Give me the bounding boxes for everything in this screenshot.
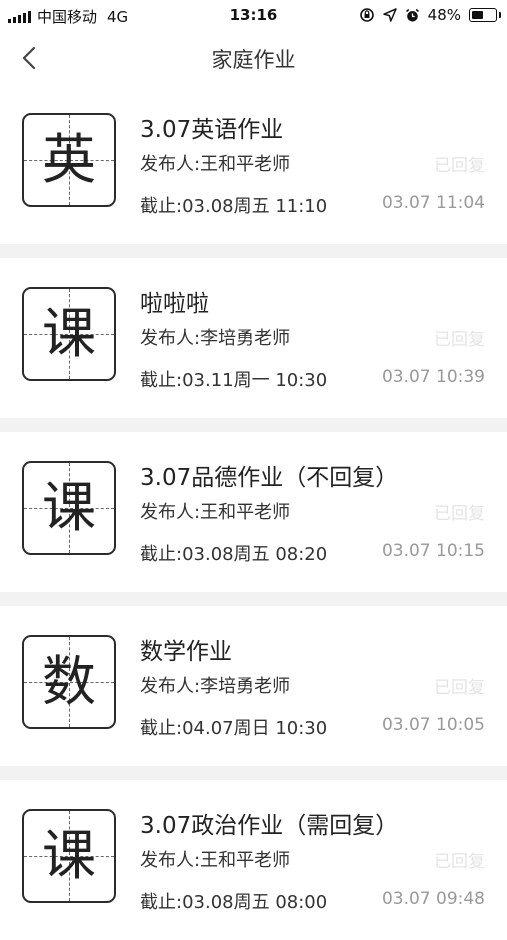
battery-icon (469, 8, 501, 22)
subject-icon: 课 (22, 461, 116, 555)
homework-card[interactable]: 课 啦啦啦 发布人:李培勇老师 已回复 截止:03.11周一 10:30 03.… (0, 258, 507, 418)
homework-publisher: 发布人:王和平老师 (140, 850, 291, 871)
subject-icon: 课 (22, 809, 116, 903)
homework-deadline: 截止:03.11周一 10:30 (140, 370, 328, 391)
publish-time: 03.07 09:48 (381, 889, 485, 909)
subject-character: 课 (42, 302, 96, 365)
homework-title: 3.07英语作业 (140, 117, 284, 143)
alarm-icon (405, 8, 419, 22)
status-bar: 中国移动 4G 13:16 48% (0, 0, 507, 32)
homework-card[interactable]: 英 3.07英语作业 发布人:王和平老师 已回复 截止:03.08周五 11:1… (0, 84, 507, 244)
subject-character: 数 (42, 650, 96, 713)
homework-deadline: 截止:03.08周五 11:10 (140, 196, 328, 217)
subject-icon: 数 (22, 635, 116, 729)
subject-character: 英 (42, 128, 96, 191)
subject-icon: 英 (22, 113, 116, 207)
homework-card[interactable]: 课 3.07政治作业（需回复） 发布人:王和平老师 已回复 截止:03.08周五… (0, 780, 507, 940)
reply-status: 已回复 (434, 678, 485, 698)
reply-status: 已回复 (434, 852, 485, 872)
reply-status: 已回复 (434, 156, 485, 176)
homework-list: 英 3.07英语作业 发布人:王和平老师 已回复 截止:03.08周五 11:1… (0, 84, 507, 940)
homework-deadline: 截止:03.08周五 08:20 (140, 544, 328, 565)
homework-card[interactable]: 课 3.07品德作业（不回复） 发布人:王和平老师 已回复 截止:03.08周五… (0, 432, 507, 592)
subject-character: 课 (42, 824, 96, 887)
orientation-lock-icon (359, 8, 374, 22)
location-icon (382, 8, 397, 22)
publish-time: 03.07 10:15 (381, 541, 485, 561)
homework-publisher: 发布人:王和平老师 (140, 502, 291, 523)
reply-status: 已回复 (434, 330, 485, 350)
navigation-bar: 家庭作业 (0, 32, 507, 84)
publish-time: 03.07 11:04 (381, 193, 485, 213)
homework-card[interactable]: 数 数学作业 发布人:李培勇老师 已回复 截止:04.07周日 10:30 03… (0, 606, 507, 766)
reply-status: 已回复 (434, 504, 485, 524)
homework-publisher: 发布人:王和平老师 (140, 154, 291, 175)
homework-title: 啦啦啦 (140, 291, 209, 317)
publish-time: 03.07 10:39 (381, 367, 485, 387)
homework-title: 数学作业 (140, 639, 232, 665)
homework-publisher: 发布人:李培勇老师 (140, 328, 291, 349)
publish-time: 03.07 10:05 (381, 715, 485, 735)
homework-deadline: 截止:03.08周五 08:00 (140, 892, 328, 913)
page-title: 家庭作业 (211, 48, 296, 72)
battery-percent: 48% (427, 6, 461, 24)
subject-character: 课 (42, 476, 96, 539)
homework-title: 3.07品德作业（不回复） (140, 465, 399, 491)
homework-title: 3.07政治作业（需回复） (140, 813, 399, 839)
homework-publisher: 发布人:李培勇老师 (140, 676, 291, 697)
homework-deadline: 截止:04.07周日 10:30 (140, 718, 328, 739)
subject-icon: 课 (22, 287, 116, 381)
